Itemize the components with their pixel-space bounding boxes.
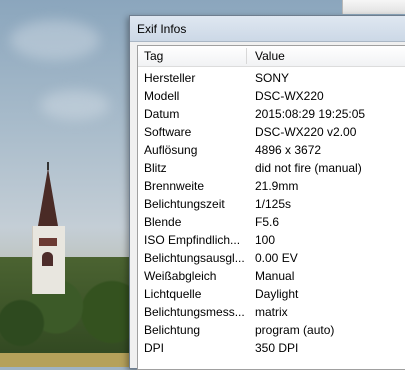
row-value: SONY: [255, 71, 290, 85]
row-value: matrix: [255, 305, 288, 319]
cloud: [40, 90, 110, 120]
list-item[interactable]: Lichtquelle Daylight: [138, 285, 405, 303]
list-item[interactable]: DPI 350 DPI: [138, 339, 405, 357]
list-item[interactable]: Weißabgleich Manual: [138, 267, 405, 285]
exif-list[interactable]: Tag Value Hersteller SONY Modell DSC-WX220 D…: [137, 45, 405, 370]
row-value: 4896 x 3672: [255, 143, 322, 157]
row-tag: Blitz: [144, 161, 167, 175]
title-bar[interactable]: Exif Infos: [130, 16, 405, 42]
list-item[interactable]: Belichtungsausgl... 0.00 EV: [138, 249, 405, 267]
row-value: 1/125s: [255, 197, 292, 211]
list-item[interactable]: Auflösung 4896 x 3672: [138, 141, 405, 159]
list-header: Tag Value: [138, 46, 405, 67]
window-title: Exif Infos: [137, 22, 187, 36]
row-tag: Belichtungszeit: [144, 197, 225, 211]
row-value: Manual: [255, 269, 295, 283]
tower-window: [42, 252, 53, 266]
background-window-edge: [342, 0, 405, 14]
list-rows: Hersteller SONY Modell DSC-WX220 Datum 2015:0…: [138, 69, 405, 357]
spire: [38, 168, 58, 226]
list-item[interactable]: Blitz did not fire (manual): [138, 159, 405, 177]
row-tag: Software: [144, 125, 192, 139]
column-separator[interactable]: [246, 48, 247, 64]
row-value: 0.00 EV: [255, 251, 298, 265]
row-tag: Datum: [144, 107, 180, 121]
list-item[interactable]: Software DSC-WX220 v2.00: [138, 123, 405, 141]
list-item[interactable]: ISO Empfindlich... 100: [138, 231, 405, 249]
row-value: did not fire (manual): [255, 161, 362, 175]
row-value: Daylight: [255, 287, 299, 301]
row-value: 21.9mm: [255, 179, 299, 193]
row-tag: Hersteller: [144, 71, 196, 85]
row-value: DSC-WX220: [255, 89, 324, 103]
row-value: 100: [255, 233, 276, 247]
list-item[interactable]: Blende F5.6: [138, 213, 405, 231]
row-tag: DPI: [144, 341, 165, 355]
row-value: DSC-WX220 v2.00: [255, 125, 357, 139]
row-value: 2015:08:29 19:25:05: [255, 107, 366, 121]
column-header-tag[interactable]: Tag: [144, 49, 163, 63]
row-tag: ISO Empfindlich...: [144, 233, 241, 247]
trees: [0, 257, 140, 367]
row-value: program (auto): [255, 323, 335, 337]
list-item[interactable]: Belichtungsmess... matrix: [138, 303, 405, 321]
row-tag: Brennweite: [144, 179, 205, 193]
row-tag: Belichtungsmess...: [144, 305, 245, 319]
list-item[interactable]: Brennweite 21.9mm: [138, 177, 405, 195]
row-value: F5.6: [255, 215, 280, 229]
row-tag: Weißabgleich: [144, 269, 217, 283]
row-tag: Belichtung: [144, 323, 201, 337]
column-header-value[interactable]: Value: [255, 49, 285, 63]
row-value: 350 DPI: [255, 341, 299, 355]
row-tag: Auflösung: [144, 143, 198, 157]
list-item[interactable]: Modell DSC-WX220: [138, 87, 405, 105]
row-tag: Belichtungsausgl...: [144, 251, 245, 265]
row-tag: Modell: [144, 89, 180, 103]
exif-window[interactable]: Exif Infos Tag Value Hersteller SONY Model…: [129, 15, 405, 370]
list-item[interactable]: Hersteller SONY: [138, 69, 405, 87]
list-item[interactable]: Belichtungszeit 1/125s: [138, 195, 405, 213]
list-item[interactable]: Belichtung program (auto): [138, 321, 405, 339]
church-tower: [26, 162, 70, 294]
cloud: [10, 20, 100, 60]
tower-clock: [39, 238, 57, 246]
list-item[interactable]: Datum 2015:08:29 19:25:05: [138, 105, 405, 123]
row-tag: Lichtquelle: [144, 287, 202, 301]
row-tag: Blende: [144, 215, 182, 229]
field: [0, 353, 140, 367]
